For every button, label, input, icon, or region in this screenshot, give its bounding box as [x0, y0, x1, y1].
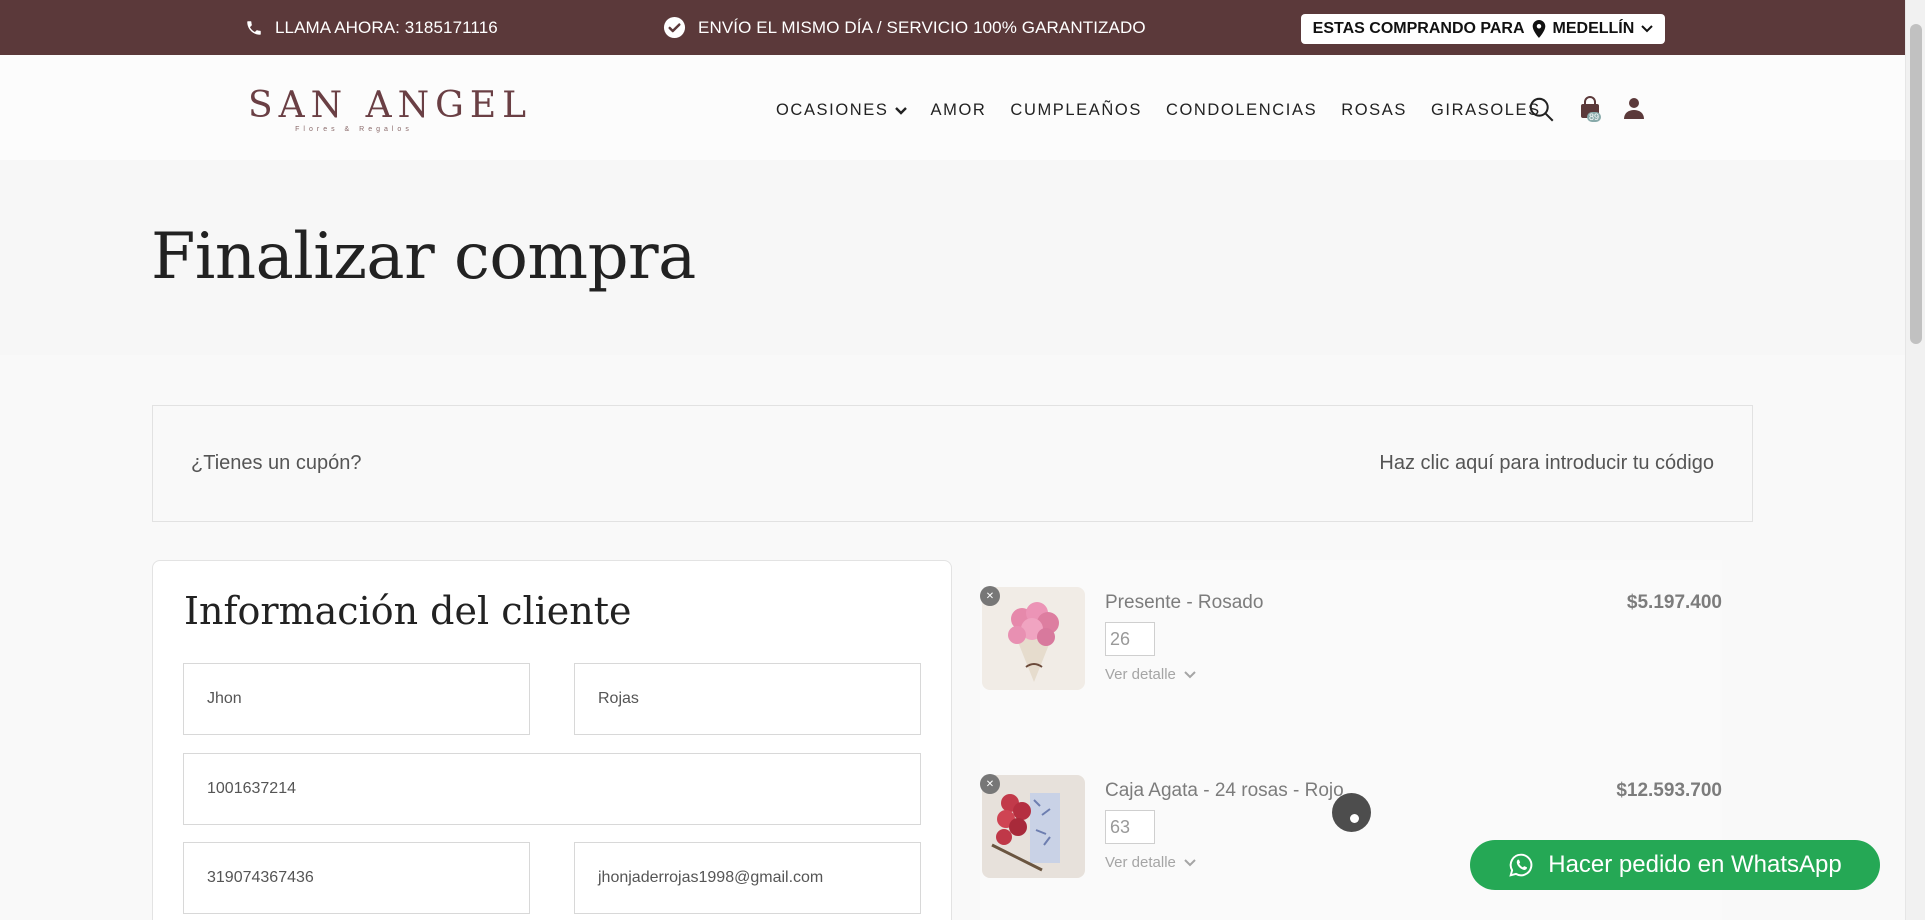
quantity-input[interactable]: 26	[1105, 622, 1155, 656]
page-scrollbar[interactable]	[1905, 0, 1925, 920]
cart-button[interactable]: 89	[1578, 96, 1604, 126]
phone-field[interactable]: 319074367436	[183, 842, 530, 914]
product-price: $5.197.400	[1626, 592, 1722, 613]
page-hero: Finalizar compra	[0, 160, 1905, 355]
customer-info-title: Información del cliente	[184, 589, 632, 633]
top-bar: LLAMA AHORA: 3185171116 ENVÍO EL MISMO D…	[0, 0, 1905, 55]
coupon-question: ¿Tienes un cupón?	[191, 452, 362, 474]
nav-label: OCASIONES	[776, 101, 889, 119]
view-detail-toggle[interactable]: Ver detalle	[1105, 666, 1196, 683]
shipping-info: ENVÍO EL MISMO DÍA / SERVICIO 100% GARAN…	[663, 0, 1146, 55]
nav-item-rosas[interactable]: ROSAS	[1341, 101, 1407, 120]
phone-label: LLAMA AHORA: 3185171116	[275, 17, 498, 37]
site-header: SAN ANGEL Flores & Regalos OCASIONES AMO…	[0, 55, 1905, 160]
whatsapp-label: Hacer pedido en WhatsApp	[1548, 851, 1842, 878]
phone-icon	[247, 20, 261, 35]
shipping-label: ENVÍO EL MISMO DÍA / SERVICIO 100% GARAN…	[698, 17, 1146, 37]
chevron-down-icon	[1184, 858, 1196, 866]
email-field[interactable]: jhonjaderrojas1998@gmail.com	[574, 842, 921, 914]
nav-item-cumpleanos[interactable]: CUMPLEAÑOS	[1010, 101, 1142, 120]
first-name-field[interactable]: Jhon	[183, 663, 530, 735]
cart-count: 89	[1587, 112, 1602, 122]
product-name[interactable]: Presente - Rosado	[1105, 592, 1263, 614]
whatsapp-order-button[interactable]: Hacer pedido en WhatsApp	[1470, 840, 1880, 890]
map-pin-icon	[1532, 20, 1545, 38]
check-circle-icon	[663, 16, 686, 39]
document-field[interactable]: 1001637214	[183, 753, 921, 825]
whatsapp-icon	[1509, 853, 1533, 877]
chevron-down-icon	[1641, 25, 1654, 33]
order-item: ✕ Presente - Rosado $5.197.400 26 Ver de…	[980, 560, 1722, 690]
product-name[interactable]: Caja Agata - 24 rosas - Rojo	[1105, 780, 1344, 802]
call-now[interactable]: LLAMA AHORA: 3185171116	[245, 0, 498, 55]
view-detail-label: Ver detalle	[1105, 854, 1176, 871]
quantity-input[interactable]: 63	[1105, 810, 1155, 844]
logo[interactable]: SAN ANGEL Flores & Regalos	[248, 85, 533, 141]
view-detail-label: Ver detalle	[1105, 666, 1176, 683]
nav-item-condolencias[interactable]: CONDOLENCIAS	[1166, 101, 1317, 120]
logo-subtext: Flores & Regalos	[295, 126, 413, 133]
customer-info-card: Información del cliente Jhon Rojas 10016…	[152, 560, 952, 920]
nav-item-amor[interactable]: AMOR	[931, 101, 987, 120]
nav-item-ocasiones[interactable]: OCASIONES	[776, 101, 907, 120]
search-icon[interactable]	[1528, 96, 1555, 123]
logo-text: SAN ANGEL	[248, 85, 533, 126]
scrollbar-thumb[interactable]	[1910, 24, 1922, 344]
coupon-banner: ¿Tienes un cupón? Haz clic aquí para int…	[152, 405, 1753, 522]
last-name-field[interactable]: Rojas	[574, 663, 921, 735]
product-price: $12.593.700	[1616, 780, 1722, 801]
view-detail-toggle[interactable]: Ver detalle	[1105, 854, 1196, 871]
chevron-down-icon	[1184, 670, 1196, 678]
nav-item-girasoles[interactable]: GIRASOLES	[1431, 101, 1541, 120]
location-city: MEDELLÍN	[1552, 20, 1635, 37]
coupon-link[interactable]: Haz clic aquí para introducir tu código	[1379, 452, 1714, 475]
remove-item-button[interactable]: ✕	[980, 586, 1000, 606]
loading-spinner	[1332, 793, 1371, 832]
chevron-down-icon	[894, 106, 907, 115]
page-title: Finalizar compra	[151, 220, 696, 294]
main-nav: OCASIONES AMOR CUMPLEAÑOS CONDOLENCIAS R…	[776, 101, 1541, 120]
location-selector[interactable]: ESTAS COMPRANDO PARA MEDELLÍN	[1301, 14, 1665, 44]
remove-item-button[interactable]: ✕	[980, 774, 1000, 794]
location-prefix: ESTAS COMPRANDO PARA	[1312, 20, 1525, 37]
user-icon[interactable]	[1622, 96, 1646, 120]
